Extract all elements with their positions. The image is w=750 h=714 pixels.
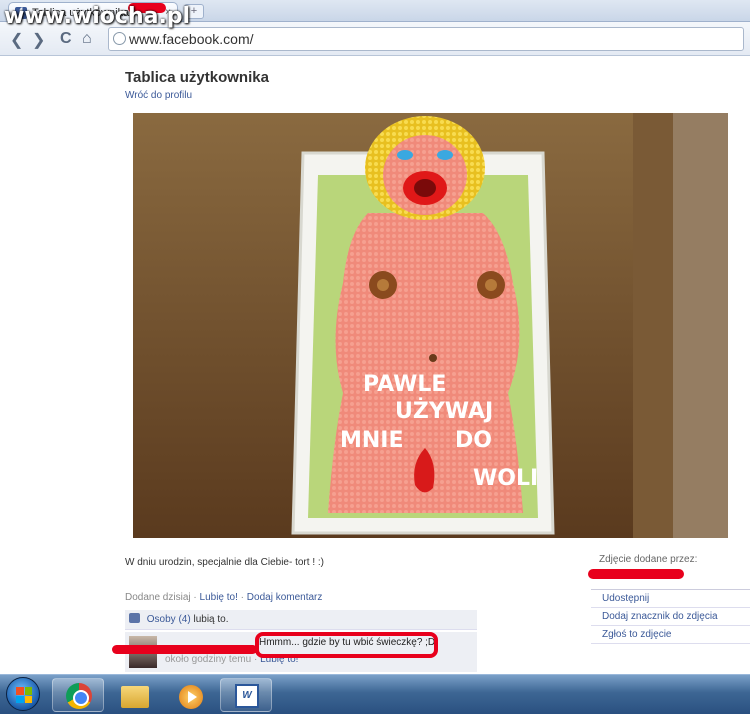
taskbar-word-button[interactable]: W (220, 678, 272, 712)
redaction-mark (588, 569, 684, 579)
photo-caption: W dniu urodzin, specjalnie dla Ciebie- t… (125, 557, 324, 568)
globe-icon (113, 32, 126, 45)
share-link[interactable]: Udostępnij (591, 590, 750, 608)
photo[interactable]: PAWLE UŻYWAJ MNIE DO WOLI (133, 113, 728, 538)
add-comment-link[interactable]: Dodaj komentarz (247, 592, 323, 603)
comment-time: około godziny temu (165, 654, 252, 665)
taskbar: W (0, 674, 750, 714)
redaction-mark (255, 632, 438, 658)
cake-text-line: WOLI (473, 466, 538, 491)
cake-text-line: MNIE (340, 428, 404, 453)
back-to-profile-link[interactable]: Wróć do profilu (125, 90, 192, 101)
back-button[interactable]: ❮ (10, 30, 23, 50)
address-url: www.facebook.com/ (129, 31, 254, 47)
tag-photo-link[interactable]: Dodaj znacznik do zdjęcia (591, 608, 750, 626)
likers-link[interactable]: Osoby (4) (147, 614, 191, 625)
cake-text-overlay: PAWLE UŻYWAJ MNIE DO WOLI (340, 372, 538, 491)
added-by-label: Zdjęcie dodane przez: (599, 554, 698, 565)
folder-icon (121, 686, 149, 708)
thumbs-up-icon (129, 613, 140, 623)
windows-logo-icon (16, 687, 32, 703)
meta-separator: · (240, 592, 245, 603)
like-link[interactable]: Lubię to! (200, 592, 238, 603)
facebook-page: Tablica użytkownika Wróć do profilu PAWL… (0, 57, 750, 674)
reload-button[interactable]: C (60, 30, 72, 48)
photo-meta: Dodane dzisiaj · Lubię to! · Dodaj komen… (125, 592, 322, 603)
taskbar-media-button[interactable] (164, 678, 216, 712)
start-button[interactable] (6, 677, 40, 711)
cake-text-line: PAWLE (363, 372, 446, 397)
photo-sidebar: Zdjęcie dodane przez: Udostępnij Dodaj z… (587, 554, 750, 644)
photo-actions: Udostępnij Dodaj znacznik do zdjęcia Zgł… (591, 589, 750, 644)
watermark-text: www.wiocha.pl (4, 4, 191, 29)
meta-separator: · (193, 592, 197, 603)
forward-button[interactable]: ❯ (32, 30, 45, 50)
cake-text-line: DO (455, 428, 492, 453)
likes-suffix: lubią to. (193, 614, 229, 625)
chrome-icon (66, 683, 92, 709)
taskbar-chrome-button[interactable] (52, 678, 104, 712)
taskbar-explorer-button[interactable] (108, 678, 160, 712)
media-player-icon (179, 685, 203, 709)
likes-box: Osoby (4) lubią to. (125, 610, 477, 630)
word-icon: W (235, 684, 259, 708)
address-bar[interactable]: www.facebook.com/ (108, 27, 744, 51)
redaction-mark (112, 645, 257, 654)
page-title: Tablica użytkownika (125, 69, 269, 86)
added-date: Dodane dzisiaj (125, 592, 191, 603)
report-photo-link[interactable]: Zgłoś to zdjęcie (591, 626, 750, 644)
home-button[interactable]: ⌂ (82, 30, 92, 48)
cake-text-line: UŻYWAJ (395, 398, 493, 424)
